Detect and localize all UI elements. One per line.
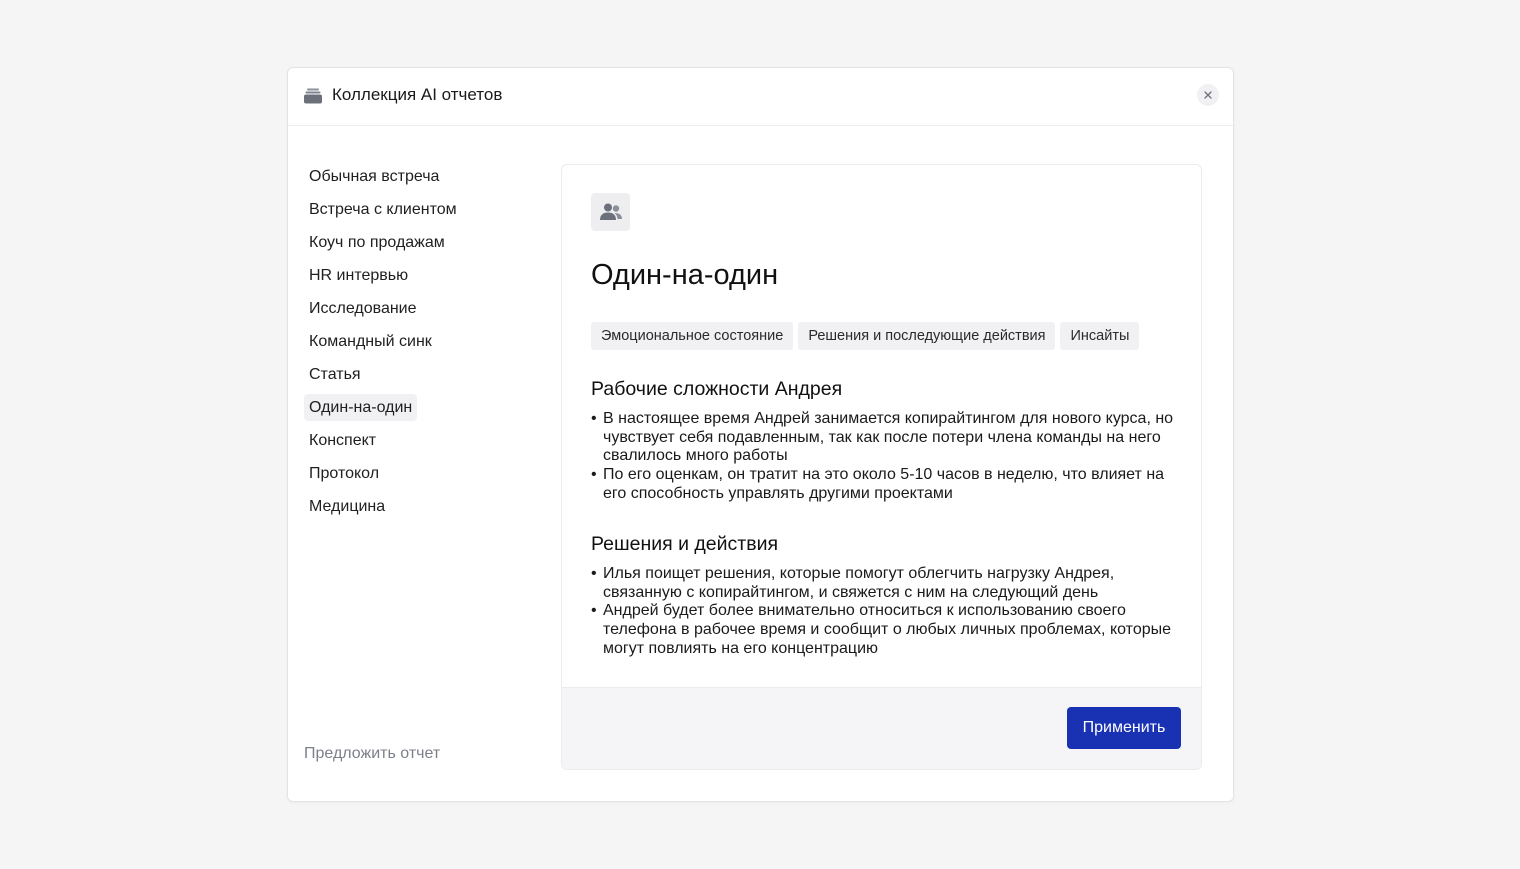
sidebar-item-one-on-one[interactable]: Один-на-один [304,394,418,421]
sidebar-item-client-meeting[interactable]: Встреча с клиентом [304,196,462,223]
tag-emotional-state: Эмоциональное состояние [591,322,794,350]
sidebar-item-hr-interview[interactable]: HR интервью [304,262,413,289]
dialog-header: Коллекция AI отчетов [288,68,1233,126]
sidebar-item-sales-coach[interactable]: Коуч по продажам [304,229,450,256]
section-decisions-actions: Решения и действия Илья поищет решения, … [591,533,1181,659]
apply-button[interactable]: Применить [1067,707,1181,749]
section-title: Решения и действия [591,533,779,555]
tag-insights: Инсайты [1060,322,1140,350]
sidebar-item-article[interactable]: Статья [304,361,366,388]
template-title: Один-на-один [591,259,779,291]
list-item: По его оценкам, он тратит на это около 5… [591,466,1181,503]
suggest-report-link[interactable]: Предложить отчет [304,745,440,763]
dialog-title: Коллекция AI отчетов [332,85,503,104]
sidebar-item-summary[interactable]: Конспект [304,427,381,454]
section-work-difficulties: Рабочие сложности Андрея В настоящее вре… [591,378,1181,504]
list-item: В настоящее время Андрей занимается копи… [591,410,1181,466]
template-preview-card: Один-на-один Эмоциональное состояние Реш… [561,164,1202,770]
card-footer: Применить [562,687,1201,769]
close-icon [1204,91,1212,99]
tag-list: Эмоциональное состояние Решения и послед… [591,322,1140,350]
close-button[interactable] [1197,84,1219,106]
list-item: Илья поищет решения, которые помогут обл… [591,565,1181,602]
sidebar-item-medicine[interactable]: Медицина [304,493,390,520]
users-icon [591,193,630,231]
archive-box-icon [304,88,322,104]
sidebar-item-protocol[interactable]: Протокол [304,460,384,487]
section-title: Рабочие сложности Андрея [591,378,843,400]
sidebar-item-team-sync[interactable]: Командный синк [304,328,437,355]
list-item: Андрей будет более внимательно относитьс… [591,602,1181,658]
tag-decisions-followups: Решения и последующие действия [798,322,1056,350]
sidebar-item-research[interactable]: Исследование [304,295,422,322]
report-collection-dialog: Коллекция AI отчетов Обычная встреча Вст… [287,67,1234,802]
report-type-list: Обычная встреча Встреча с клиентом Коуч … [304,163,534,526]
sidebar-item-regular-meeting[interactable]: Обычная встреча [304,163,444,190]
